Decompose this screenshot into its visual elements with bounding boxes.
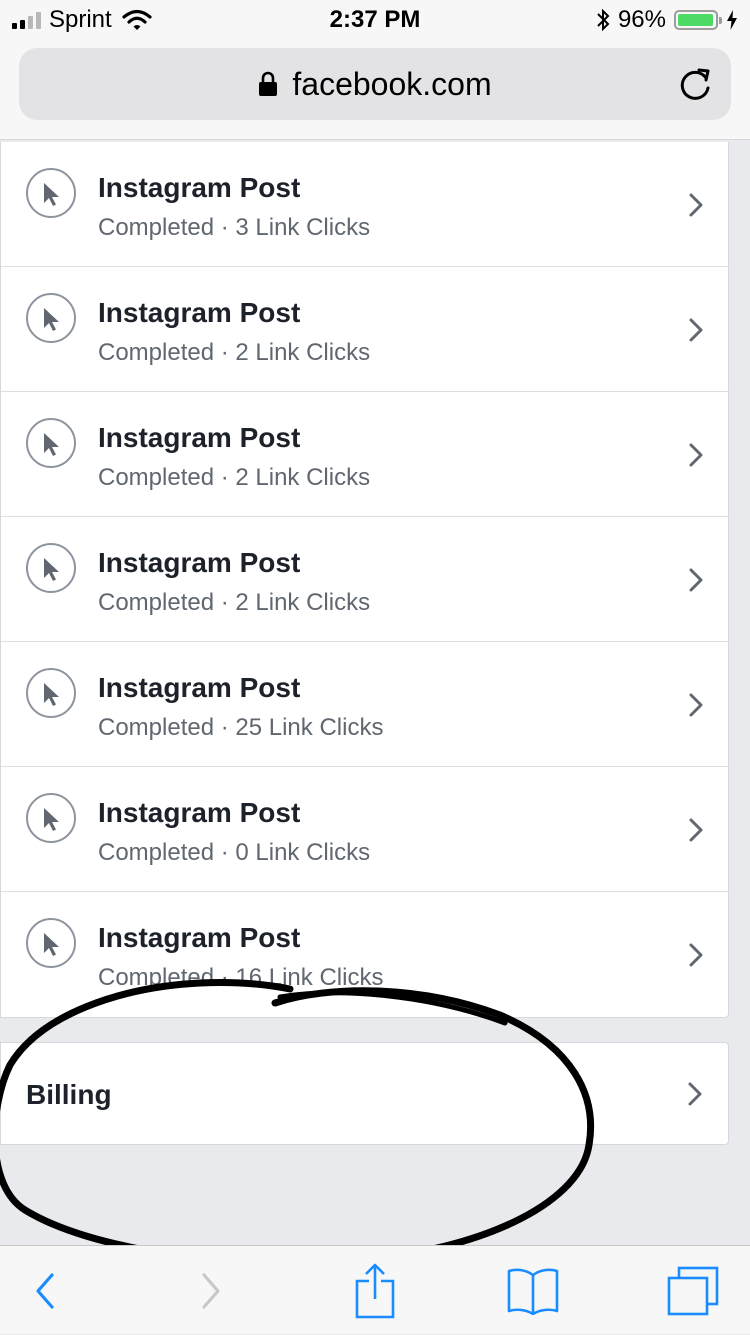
battery-icon — [674, 10, 722, 30]
billing-label: Billing — [26, 1079, 112, 1110]
chevron-right-icon — [689, 818, 703, 842]
campaign-title: Instagram Post — [98, 297, 301, 328]
campaign-title: Instagram Post — [98, 922, 301, 953]
campaign-status: Completed · 2 Link Clicks — [98, 464, 371, 491]
campaign-title: Instagram Post — [98, 422, 301, 453]
tabs-button[interactable] — [648, 1246, 738, 1335]
cursor-click-icon — [26, 668, 76, 718]
forward-icon — [202, 1272, 220, 1309]
share-button[interactable] — [330, 1246, 420, 1335]
url-field[interactable]: facebook.com — [19, 48, 731, 120]
bluetooth-icon — [597, 8, 610, 32]
chevron-right-icon — [689, 193, 703, 217]
chevron-right-icon — [688, 1082, 702, 1106]
chevron-right-icon — [689, 318, 703, 342]
campaign-status: Completed · 2 Link Clicks — [98, 589, 371, 616]
cursor-click-icon — [26, 293, 76, 343]
back-button[interactable] — [0, 1246, 90, 1335]
battery-level-fill — [678, 14, 713, 26]
campaign-status: Completed · 25 Link Clicks — [98, 714, 384, 741]
campaign-title: Instagram Post — [98, 172, 301, 203]
campaign-title: Instagram Post — [98, 797, 301, 828]
battery-percent: 96% — [617, 6, 666, 33]
back-icon — [36, 1272, 54, 1309]
campaign-row[interactable]: Instagram Post Completed · 2 Link Clicks — [1, 517, 729, 642]
campaign-status: Completed · 16 Link Clicks — [98, 964, 384, 991]
tabs-icon — [667, 1266, 719, 1315]
campaign-row[interactable]: Instagram Post Completed · 25 Link Clicks — [1, 642, 729, 767]
reload-icon[interactable] — [679, 66, 713, 102]
campaign-status: Completed · 0 Link Clicks — [98, 839, 371, 866]
campaign-row[interactable]: Instagram Post Completed · 2 Link Clicks — [1, 267, 729, 392]
campaign-row[interactable]: Instagram Post Completed · 2 Link Clicks — [1, 392, 729, 517]
forward-button[interactable] — [166, 1246, 256, 1335]
chevron-right-icon — [689, 568, 703, 592]
campaign-status: Completed · 3 Link Clicks — [98, 214, 371, 241]
cursor-click-icon — [26, 918, 76, 968]
cursor-click-icon — [26, 168, 76, 218]
browser-toolbar — [0, 1245, 750, 1334]
url-text: facebook.com — [292, 66, 492, 102]
campaign-title: Instagram Post — [98, 547, 301, 578]
cursor-click-icon — [26, 418, 76, 468]
bookmarks-icon — [507, 1268, 559, 1315]
campaign-status: Completed · 2 Link Clicks — [98, 339, 371, 366]
billing-row[interactable]: Billing — [0, 1042, 729, 1145]
browser-address-area: facebook.com — [0, 40, 750, 140]
campaign-row[interactable]: Instagram Post Completed · 3 Link Clicks — [1, 142, 729, 267]
lock-icon — [259, 71, 278, 96]
charging-icon — [727, 10, 737, 30]
cursor-click-icon — [26, 793, 76, 843]
campaign-row[interactable]: Instagram Post Completed · 16 Link Clicks — [1, 892, 729, 1017]
cursor-click-icon — [26, 543, 76, 593]
bookmarks-button[interactable] — [488, 1246, 578, 1335]
status-bar: Sprint 2:37 PM 96% — [0, 0, 750, 40]
campaign-row[interactable]: Instagram Post Completed · 0 Link Clicks — [1, 767, 729, 892]
share-icon — [355, 1263, 395, 1318]
chevron-right-icon — [689, 443, 703, 467]
campaign-list: Instagram Post Completed · 3 Link Clicks I… — [0, 142, 729, 1018]
chevron-right-icon — [689, 943, 703, 967]
chevron-right-icon — [689, 693, 703, 717]
campaign-title: Instagram Post — [98, 672, 301, 703]
